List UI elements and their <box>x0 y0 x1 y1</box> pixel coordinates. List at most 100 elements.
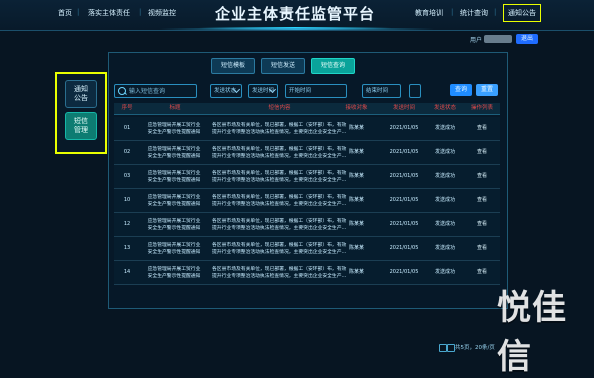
table-header-cell: 发送状态 <box>433 105 456 111</box>
row-number: 12 <box>123 221 131 227</box>
row-time: 2021/01/05 <box>389 269 419 275</box>
row-view-link[interactable]: 查看 <box>466 117 498 140</box>
row-recipient: 陈某某 <box>348 221 364 227</box>
nav-statistics[interactable]: 统计查询 <box>460 8 488 18</box>
status-select[interactable]: 发送状态 <box>210 84 242 98</box>
nav-separator: | <box>77 8 80 16</box>
table-row: 03 应急管理局开展工贸行业 安全生产警示性提醒通知 各区县市场及有关单位，现已… <box>114 165 500 189</box>
row-content: 各区县市场及有关单位，现已部署，根据工（安环部）布，有效 提升行业专项整治活动执… <box>212 242 347 255</box>
nav-responsibility[interactable]: 落实主体责任 <box>88 8 130 18</box>
sidebar-item-announcements[interactable]: 通知 公告 <box>65 80 97 108</box>
end-date-placeholder: 结束时间 <box>366 88 389 94</box>
row-number: 13 <box>123 245 131 251</box>
table-header-cell: 短信内容 <box>268 105 291 111</box>
row-content: 各区县市场及有关单位，现已部署，根据工（安环部）布，有效 提升行业专项整治活动执… <box>212 146 347 159</box>
row-recipient: 陈某某 <box>348 269 364 275</box>
row-number: 02 <box>123 149 131 155</box>
search-icon <box>118 87 126 95</box>
row-content: 各区县市场及有关单位，现已部署，根据工（安环部）布，有效 提升行业专项整治活动执… <box>212 122 347 135</box>
start-date-field[interactable]: 开始时间 <box>285 84 347 98</box>
pagination-next-button[interactable] <box>447 344 455 352</box>
row-status: 发送成功 <box>434 221 455 227</box>
row-title: 应急管理局开展工贸行业 安全生产警示性提醒通知 <box>147 218 201 231</box>
row-view-link[interactable]: 查看 <box>466 237 498 260</box>
table-header-cell: 操作列表 <box>470 105 493 111</box>
sidebar-item-label: 短信 管理 <box>74 117 88 134</box>
row-recipient: 陈某某 <box>348 149 364 155</box>
table-header-cell: 接收对象 <box>345 105 368 111</box>
row-title: 应急管理局开展工贸行业 安全生产警示性提醒通知 <box>147 242 201 255</box>
tab-sms-send[interactable]: 短信发送 <box>261 58 305 74</box>
row-title: 应急管理局开展工贸行业 安全生产警示性提醒通知 <box>147 146 201 159</box>
watermark-text: 悦佳信 <box>497 288 567 377</box>
row-number: 10 <box>123 197 131 203</box>
nav-separator: | <box>451 8 454 16</box>
start-date-placeholder: 开始时间 <box>289 88 312 94</box>
sidebar-item-label: 通知 公告 <box>74 85 88 102</box>
search-input[interactable]: 输入短信查询 <box>114 84 197 98</box>
table-header-cell: 发送时间 <box>392 105 415 111</box>
row-view-link[interactable]: 查看 <box>466 189 498 212</box>
pagination-prev-button[interactable] <box>439 344 447 352</box>
tab-sms-template[interactable]: 短信模板 <box>211 58 255 74</box>
row-number: 01 <box>123 125 131 131</box>
nav-announcements[interactable]: 通知公告 <box>503 4 541 22</box>
row-time: 2021/01/05 <box>389 149 419 155</box>
table-row: 14 应急管理局开展工贸行业 安全生产警示性提醒通知 各区县市场及有关单位，现已… <box>114 261 500 285</box>
table-row: 12 应急管理局开展工贸行业 安全生产警示性提醒通知 各区县市场及有关单位，现已… <box>114 213 500 237</box>
row-status: 发送成功 <box>434 149 455 155</box>
row-time: 2021/01/05 <box>389 221 419 227</box>
page-title: 企业主体责任监管平台 <box>199 3 391 29</box>
row-time: 2021/01/05 <box>389 197 419 203</box>
nav-home[interactable]: 首页 <box>58 8 72 18</box>
table-row: 13 应急管理局开展工贸行业 安全生产警示性提醒通知 各区县市场及有关单位，现已… <box>114 237 500 261</box>
table-row: 10 应急管理局开展工贸行业 安全生产警示性提醒通知 各区县市场及有关单位，现已… <box>114 189 500 213</box>
row-content: 各区县市场及有关单位，现已部署，根据工（安环部）布，有效 提升行业专项整治活动执… <box>212 218 347 231</box>
tab-sms-query[interactable]: 短信查询 <box>311 58 355 74</box>
row-status: 发送成功 <box>434 197 455 203</box>
row-recipient: 陈某某 <box>348 125 364 131</box>
table-row: 02 应急管理局开展工贸行业 安全生产警示性提醒通知 各区县市场及有关单位，现已… <box>114 141 500 165</box>
row-view-link[interactable]: 查看 <box>466 141 498 164</box>
row-time: 2021/01/05 <box>389 173 419 179</box>
top-header: 首页 | 落实主体责任 | 视频监控 企业主体责任监管平台 教育培训 | 统计查… <box>0 0 594 31</box>
row-content: 各区县市场及有关单位，现已部署，根据工（安环部）布，有效 提升行业专项整治活动执… <box>212 266 347 279</box>
row-title: 应急管理局开展工贸行业 安全生产警示性提醒通知 <box>147 170 201 183</box>
filter-extra-field[interactable] <box>409 84 421 98</box>
row-status: 发送成功 <box>434 269 455 275</box>
row-content: 各区县市场及有关单位，现已部署，根据工（安环部）布，有效 提升行业专项整治活动执… <box>212 194 347 207</box>
row-view-link[interactable]: 查看 <box>466 213 498 236</box>
query-button[interactable]: 查询 <box>450 84 472 96</box>
row-view-link[interactable]: 查看 <box>466 261 498 284</box>
row-title: 应急管理局开展工贸行业 安全生产警示性提醒通知 <box>147 122 201 135</box>
row-time: 2021/01/05 <box>389 125 419 131</box>
nav-separator: | <box>494 8 497 16</box>
logout-button[interactable]: 退出 <box>516 34 538 44</box>
table-row: 01 应急管理局开展工贸行业 安全生产警示性提醒通知 各区县市场及有关单位，现已… <box>114 117 500 141</box>
table-header: 序号 标题 短信内容 接收对象 发送时间 发送状态 操作列表 <box>114 103 500 115</box>
row-title: 应急管理局开展工贸行业 安全生产警示性提醒通知 <box>147 266 201 279</box>
reset-button[interactable]: 重置 <box>476 84 498 96</box>
user-label: 用户 <box>470 37 483 44</box>
row-status: 发送成功 <box>434 125 455 131</box>
header-glow <box>160 28 434 30</box>
nav-video[interactable]: 视频监控 <box>148 8 176 18</box>
row-number: 14 <box>123 269 131 275</box>
pagination-text: 共5页，20条/页 <box>455 345 495 351</box>
row-view-link[interactable]: 查看 <box>466 165 498 188</box>
end-date-field[interactable]: 结束时间 <box>362 84 401 98</box>
content-panel: 短信模板 短信发送 短信查询 输入短信查询 发送状态 发送时间 开始时间 结束时… <box>108 52 508 352</box>
nav-separator: | <box>139 8 142 16</box>
username-pill <box>484 35 512 43</box>
sidebar-item-sms-management[interactable]: 短信 管理 <box>65 112 97 140</box>
row-time: 2021/01/05 <box>389 245 419 251</box>
row-number: 03 <box>123 173 131 179</box>
time-select[interactable]: 发送时间 <box>248 84 278 98</box>
row-status: 发送成功 <box>434 245 455 251</box>
nav-training[interactable]: 教育培训 <box>415 8 443 18</box>
sms-table: 序号 标题 短信内容 接收对象 发送时间 发送状态 操作列表 01 应急管理局开… <box>114 103 500 352</box>
row-recipient: 陈某某 <box>348 197 364 203</box>
table-header-cell: 序号 <box>121 105 133 111</box>
filters: 输入短信查询 发送状态 发送时间 开始时间 结束时间 查询 重置 <box>114 84 500 98</box>
row-recipient: 陈某某 <box>348 245 364 251</box>
